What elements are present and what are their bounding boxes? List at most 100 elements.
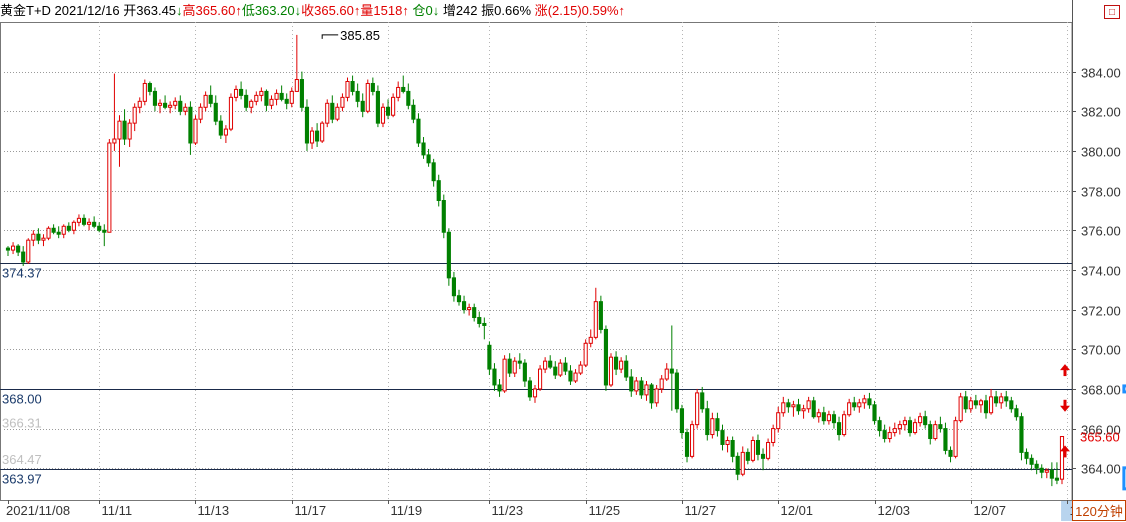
candle-body <box>51 227 56 233</box>
candle <box>315 123 320 147</box>
candle-body <box>259 90 264 96</box>
candle <box>750 436 755 463</box>
candle <box>786 398 791 413</box>
candle <box>203 91 208 112</box>
candle-body <box>441 200 446 233</box>
candle <box>218 115 223 140</box>
candle <box>705 400 710 441</box>
candle-body <box>345 81 350 98</box>
candle-body <box>831 414 837 424</box>
candle-body <box>21 251 26 263</box>
faded-level-label: 364.47 <box>2 452 42 467</box>
candle <box>695 388 700 429</box>
faded-level-label: 366.31 <box>2 415 42 430</box>
candle-body <box>847 402 852 416</box>
candle <box>669 325 674 411</box>
candle-body <box>801 408 806 412</box>
candle <box>882 424 887 443</box>
candle <box>157 99 163 114</box>
y-tick-label: 378.00 <box>1081 185 1121 200</box>
candle-body <box>416 118 421 144</box>
candle <box>1019 412 1024 461</box>
candle <box>472 303 477 322</box>
candle-body <box>988 396 994 414</box>
candle <box>228 93 234 132</box>
candle-body <box>502 358 507 392</box>
candle-body <box>436 180 441 202</box>
x-tick-label: 11/17 <box>295 503 327 518</box>
candle-body <box>710 418 715 436</box>
candle-body <box>421 142 426 156</box>
candle-body <box>928 424 933 440</box>
y-tick-label: 376.00 <box>1081 224 1121 239</box>
candle-body <box>1044 469 1049 473</box>
candle-body <box>315 130 320 142</box>
candle-body <box>299 79 304 108</box>
candle-body <box>700 392 705 410</box>
candle <box>183 103 188 116</box>
candle-body <box>593 301 598 338</box>
x-tick-label: 11/23 <box>492 503 524 518</box>
candle-body <box>725 439 730 445</box>
x-tick-label: 12/01 <box>781 503 814 518</box>
candle-body <box>705 408 710 436</box>
candle-body <box>61 225 66 235</box>
candle-body <box>796 404 801 412</box>
candle <box>578 361 583 376</box>
candle-body <box>634 380 639 392</box>
candle-body <box>887 432 892 440</box>
candle <box>239 81 244 100</box>
candle <box>745 448 750 465</box>
candle-body <box>507 358 512 374</box>
candle <box>872 400 877 425</box>
candle <box>467 303 472 316</box>
candle <box>1009 396 1014 413</box>
arrow-down-icon <box>1060 405 1070 412</box>
candle-body <box>46 227 51 239</box>
candle <box>644 380 649 401</box>
period-selector[interactable]: 120分钟 <box>1072 500 1126 521</box>
candle <box>406 83 411 110</box>
candle <box>87 218 92 231</box>
candle <box>259 87 264 102</box>
candle-body <box>968 400 973 410</box>
candle <box>355 83 360 108</box>
candle <box>543 357 548 374</box>
candle <box>132 103 137 132</box>
candle-body <box>467 307 472 311</box>
candle-body <box>188 106 193 144</box>
candle <box>213 95 218 126</box>
candle <box>558 359 563 378</box>
candle-body <box>907 420 913 434</box>
candle-body <box>902 420 907 426</box>
candle-body <box>938 424 943 430</box>
candle-body <box>760 453 766 459</box>
candle-body <box>127 122 132 140</box>
x-tick-label: 12/03 <box>878 503 911 518</box>
candle-body <box>573 372 578 382</box>
candle <box>831 410 837 429</box>
candle <box>512 357 517 378</box>
candlestick-chart[interactable]: 364.00366.00368.00370.00372.00374.00376.… <box>0 0 1126 521</box>
candle-body <box>755 439 761 455</box>
candle-body <box>664 368 669 380</box>
candle-body <box>451 277 456 297</box>
candle <box>451 271 456 302</box>
candle-body <box>152 90 158 106</box>
candle <box>553 361 558 380</box>
candle <box>41 234 46 247</box>
candle-body <box>745 451 750 461</box>
candle <box>193 115 198 145</box>
candle <box>81 214 87 227</box>
y-tick-label: 384.00 <box>1081 66 1121 81</box>
candle-body <box>994 396 999 404</box>
candle <box>791 400 796 417</box>
candle <box>928 420 933 445</box>
candle-body <box>461 301 467 311</box>
candle-body <box>269 98 274 106</box>
candle-body <box>598 301 603 330</box>
candle-body <box>1004 396 1009 402</box>
candle <box>938 416 943 433</box>
candle <box>907 416 913 437</box>
candle-body <box>877 420 882 432</box>
